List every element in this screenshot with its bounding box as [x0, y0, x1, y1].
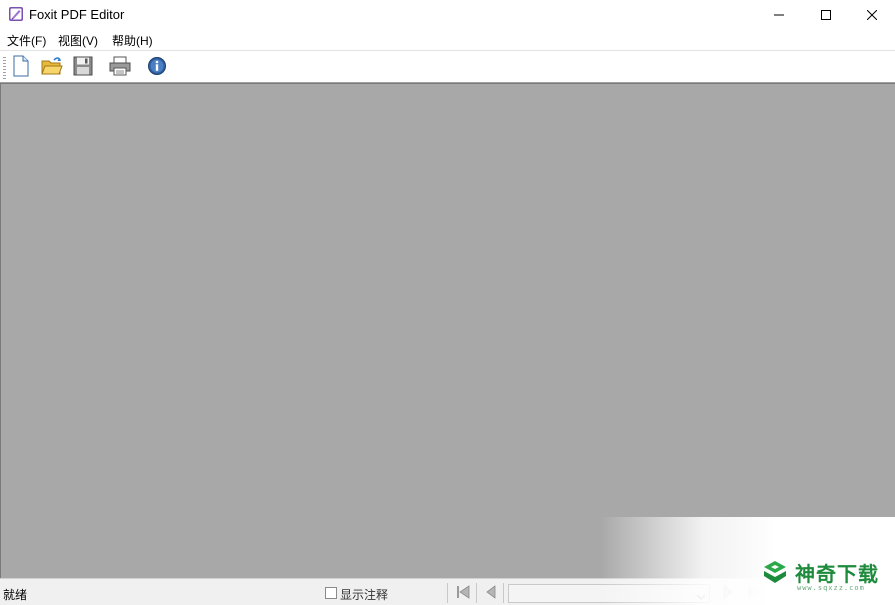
previous-page-button[interactable] — [483, 584, 499, 602]
maximize-button[interactable] — [803, 0, 849, 30]
toolbar-grip[interactable] — [3, 57, 6, 79]
menu-bar: 文件(F) 视图(V) 帮助(H) — [0, 30, 895, 50]
status-divider — [447, 583, 448, 603]
printer-icon — [109, 56, 131, 79]
open-folder-icon — [41, 55, 63, 80]
show-annotations-checkbox[interactable] — [325, 587, 337, 599]
menu-view[interactable]: 视图(V) — [58, 32, 98, 49]
close-button[interactable] — [849, 0, 895, 30]
menu-file[interactable]: 文件(F) — [7, 32, 46, 49]
menu-help[interactable]: 帮助(H) — [112, 32, 153, 49]
toolbar-separator — [101, 56, 102, 80]
document-view[interactable] — [0, 83, 895, 578]
watermark-url: www.sqxzz.com — [797, 584, 865, 592]
minimize-button[interactable] — [756, 0, 802, 30]
first-page-button[interactable] — [455, 584, 471, 602]
about-button[interactable] — [145, 55, 169, 79]
foxit-pen-icon — [8, 6, 24, 22]
toolbar — [0, 50, 895, 83]
status-divider — [503, 583, 504, 603]
save-button[interactable] — [71, 55, 95, 79]
info-icon — [147, 56, 167, 79]
open-file-button[interactable] — [40, 55, 64, 79]
window-title: Foxit PDF Editor — [29, 7, 125, 22]
title-bar: Foxit PDF Editor — [0, 0, 895, 30]
toolbar-separator — [174, 56, 175, 80]
watermark-text: 神奇下载 — [795, 562, 879, 586]
status-divider — [476, 583, 477, 603]
first-page-icon — [456, 584, 470, 602]
status-text: 就绪 — [3, 588, 28, 602]
show-annotations-label[interactable]: 显示注释 — [340, 586, 388, 603]
toolbar-separator — [138, 56, 139, 80]
print-button[interactable] — [108, 55, 132, 79]
new-document-button[interactable] — [9, 55, 33, 79]
new-document-icon — [11, 55, 31, 80]
save-disk-icon — [73, 56, 93, 79]
previous-page-icon — [485, 584, 497, 602]
watermark-logo-icon — [762, 559, 788, 585]
